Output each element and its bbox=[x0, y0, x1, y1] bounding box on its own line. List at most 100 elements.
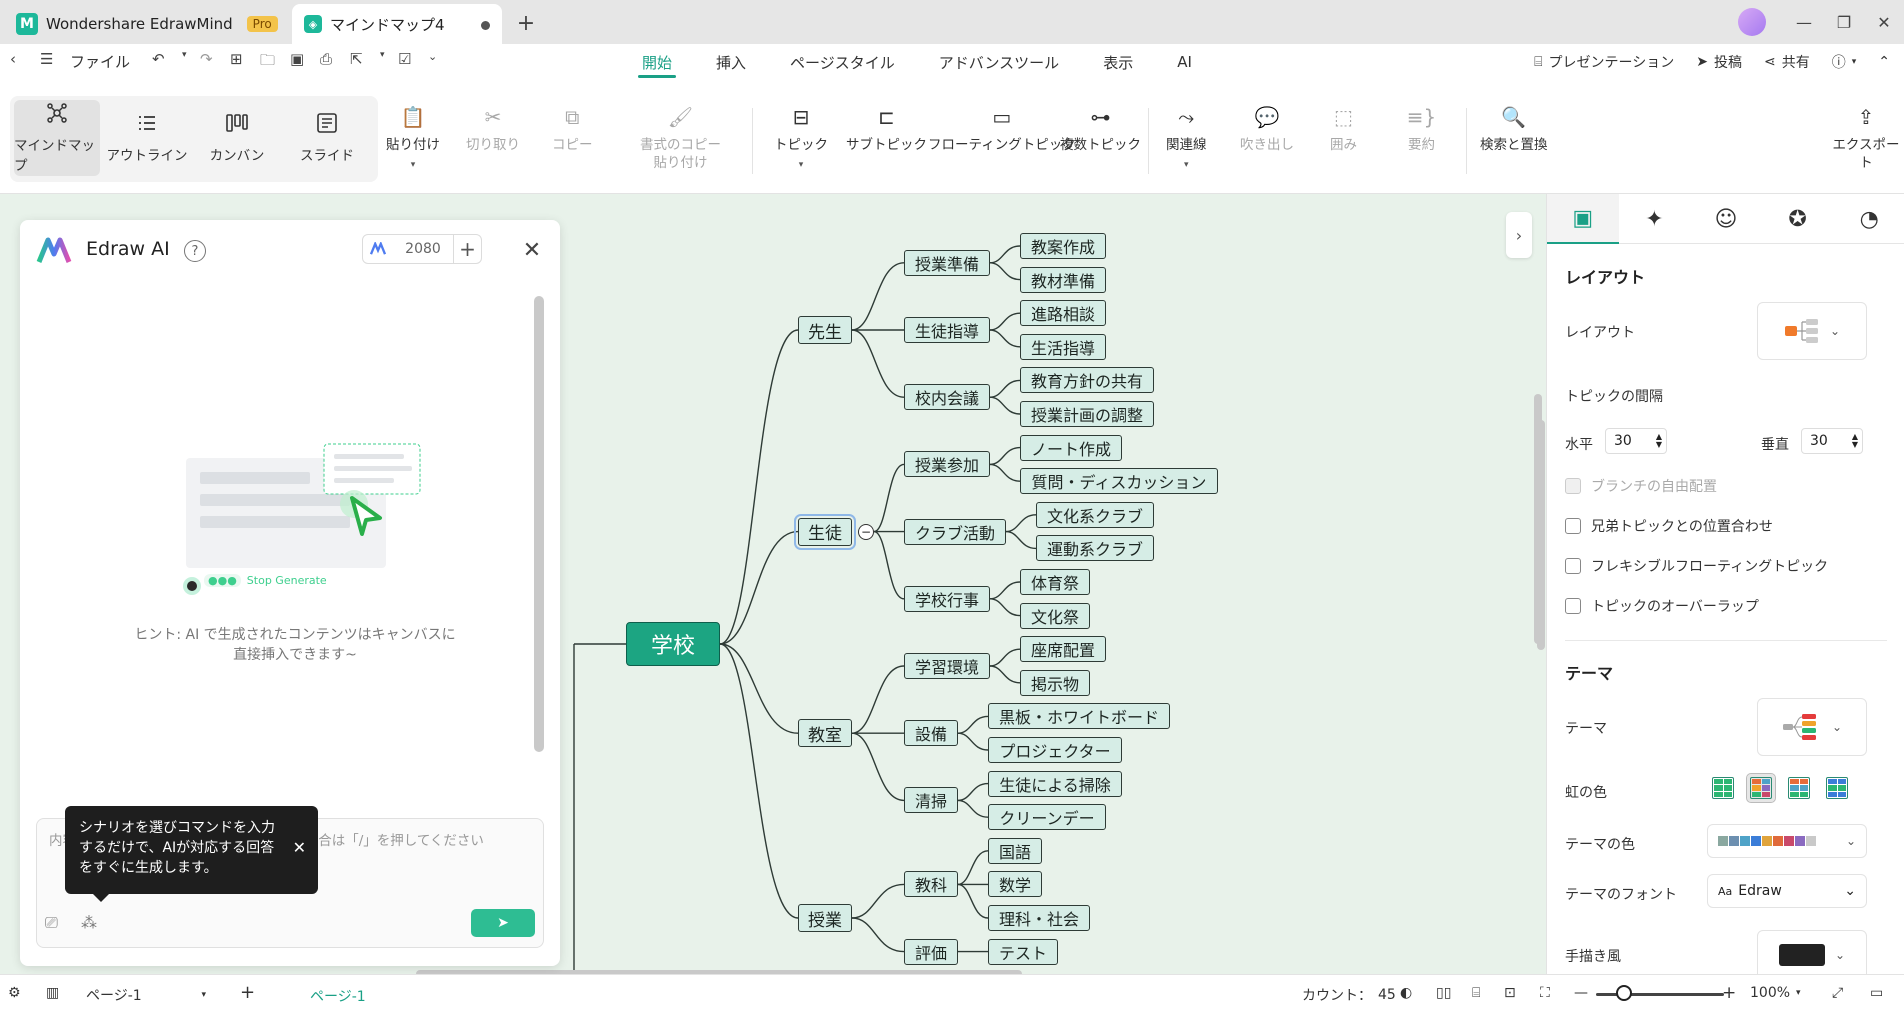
root-topic[interactable]: 学校 bbox=[626, 622, 720, 666]
option-sibling-align[interactable]: 兄弟トピックとの位置合わせ bbox=[1565, 516, 1773, 536]
collapse-minus-icon[interactable]: − bbox=[858, 523, 874, 540]
add-credits-plus-icon[interactable]: + bbox=[453, 235, 481, 263]
floating-topic-button[interactable]: ▭ フローティングトピック bbox=[928, 104, 1076, 154]
ai-panel-scrollbar[interactable] bbox=[534, 296, 544, 752]
rainbow-option-2[interactable] bbox=[1746, 773, 1776, 803]
checkbox[interactable] bbox=[1565, 598, 1581, 614]
leaf-topic[interactable]: 文化祭 bbox=[1020, 602, 1090, 629]
zoom-level[interactable]: 100% ▾ bbox=[1750, 985, 1801, 1001]
spin-arrows-icon[interactable]: ▲ ▼ bbox=[1852, 433, 1858, 449]
leaf-topic[interactable]: 質問・ディスカッション bbox=[1020, 468, 1218, 495]
print-icon[interactable]: ⎙ bbox=[320, 50, 342, 72]
option-flexible-floating[interactable]: フレキシブルフローティングトピック bbox=[1565, 556, 1828, 576]
new-file-icon[interactable]: ⊞ bbox=[230, 50, 252, 72]
checklist-icon[interactable]: ☑ bbox=[398, 50, 420, 72]
ai-tools-icon[interactable]: ⁂ bbox=[81, 913, 107, 935]
relationship-button[interactable]: ⤳ 関連線 ▾ bbox=[1166, 104, 1207, 174]
handdrawn-selector[interactable]: ⌄ bbox=[1757, 930, 1867, 980]
share-button[interactable]: ⋖ 共有 bbox=[1764, 52, 1810, 72]
horizontal-spacing-input[interactable]: 30 ▲ ▼ bbox=[1605, 428, 1667, 454]
page-settings-icon[interactable]: ⚙ bbox=[8, 985, 21, 1001]
zoom-slider-handle[interactable] bbox=[1616, 985, 1632, 1001]
boundary-button[interactable]: ⬚ 囲み bbox=[1330, 104, 1357, 154]
checkbox[interactable] bbox=[1565, 558, 1581, 574]
copy-button[interactable]: ⧉ コピー bbox=[552, 104, 593, 154]
presentation-mode-icon[interactable]: ⌸ bbox=[1472, 985, 1480, 1001]
rainbow-option-4[interactable] bbox=[1823, 774, 1851, 802]
app-home-tab[interactable]: M Wondershare EdrawMind Pro bbox=[6, 4, 286, 44]
export-dropdown-icon[interactable]: ▾ bbox=[380, 50, 390, 72]
leaf-topic[interactable]: 国語 bbox=[988, 837, 1042, 864]
layout-selector[interactable]: ⌄ bbox=[1757, 302, 1867, 360]
more-quick-icon[interactable]: ⌄ bbox=[428, 50, 450, 72]
back-arrow-icon[interactable]: ‹ bbox=[10, 50, 32, 72]
leaf-topic[interactable]: 理科・社会 bbox=[988, 905, 1090, 931]
file-menu[interactable]: ファイル bbox=[70, 51, 130, 72]
send-prompt-button[interactable]: ➤ bbox=[471, 909, 535, 937]
export-quick-icon[interactable]: ⇱ bbox=[350, 50, 372, 72]
leaf-topic[interactable]: 文化系クラブ bbox=[1036, 501, 1154, 528]
tooltip-close-icon[interactable]: ✕ bbox=[293, 838, 306, 858]
user-avatar[interactable] bbox=[1738, 8, 1766, 36]
tab-ai[interactable]: AI bbox=[1155, 44, 1214, 80]
pro-badge[interactable]: Pro bbox=[246, 16, 278, 32]
presentation-button[interactable]: ⌸ プレゼンテーション bbox=[1534, 52, 1674, 72]
leaf-topic[interactable]: 生徒による掃除 bbox=[988, 770, 1122, 797]
subtopic-1-3[interactable]: 校内会議 bbox=[904, 384, 990, 411]
tab-emoji[interactable]: ☺ bbox=[1690, 194, 1762, 244]
subtopic-4-2[interactable]: 評価 bbox=[904, 938, 958, 965]
subtopic-2-3[interactable]: 学校行事 bbox=[904, 585, 990, 612]
subtopic-1-2[interactable]: 生徒指導 bbox=[904, 317, 990, 343]
redo-icon[interactable]: ↷ bbox=[200, 50, 222, 72]
branch-topic-2[interactable]: 生徒 bbox=[794, 513, 856, 550]
tab-ai-sparkle[interactable]: ✦ bbox=[1619, 194, 1691, 244]
paste-button[interactable]: 📋 貼り付け ▾ bbox=[386, 104, 440, 174]
book-view-icon[interactable]: ▯▯ bbox=[1436, 985, 1451, 1001]
checkbox[interactable] bbox=[1565, 518, 1581, 534]
subtopic-button[interactable]: ⊏ サブトピック bbox=[846, 104, 927, 154]
rainbow-option-1[interactable] bbox=[1709, 774, 1737, 802]
tab-insert[interactable]: 挿入 bbox=[694, 44, 768, 80]
page-selector[interactable]: ページ-1 ▾ bbox=[86, 985, 206, 1005]
topic-button[interactable]: ⊟ トピック ▾ bbox=[774, 104, 828, 174]
subtopic-2-1[interactable]: 授業参加 bbox=[904, 451, 990, 478]
close-window-icon[interactable]: ✕ bbox=[1866, 8, 1902, 36]
leaf-topic[interactable]: 黒板・ホワイトボード bbox=[988, 703, 1170, 730]
zoom-out-icon[interactable]: — bbox=[1574, 985, 1588, 1001]
fit-page-icon[interactable]: ⊡ bbox=[1504, 985, 1516, 1001]
focus-mode-icon[interactable]: ◐ bbox=[1400, 985, 1412, 1001]
tab-advanced-tools[interactable]: アドバンスツール bbox=[917, 44, 1081, 80]
tab-history[interactable]: ◔ bbox=[1833, 194, 1904, 244]
view-slide-button[interactable]: スライド bbox=[284, 100, 370, 176]
leaf-topic[interactable]: 掲示物 bbox=[1020, 669, 1090, 696]
view-outline-button[interactable]: アウトライン bbox=[104, 100, 190, 176]
leaf-topic[interactable]: 体育祭 bbox=[1020, 569, 1090, 595]
leaf-topic[interactable]: 教案作成 bbox=[1020, 233, 1106, 259]
save-icon[interactable]: ▣ bbox=[290, 50, 312, 72]
document-tab[interactable]: ◈ マインドマップ4 bbox=[292, 4, 502, 44]
zoom-in-icon[interactable]: + bbox=[1722, 983, 1736, 1003]
leaf-topic[interactable]: テスト bbox=[988, 938, 1058, 965]
summary-button[interactable]: ≡} 要約 bbox=[1407, 104, 1436, 154]
tab-layout-format[interactable]: ▣ bbox=[1547, 194, 1619, 244]
minimize-icon[interactable]: — bbox=[1786, 8, 1822, 36]
option-topic-overlap[interactable]: トピックのオーバーラップ bbox=[1565, 596, 1759, 616]
multiple-topics-button[interactable]: ⊶ 複数トピック bbox=[1060, 104, 1141, 154]
leaf-topic[interactable]: 教育方針の共有 bbox=[1020, 367, 1154, 394]
collapse-panel-icon[interactable]: ▭ bbox=[1870, 985, 1883, 1001]
subtopic-1-1[interactable]: 授業準備 bbox=[904, 249, 990, 276]
view-mindmap-button[interactable]: マインドマップ bbox=[14, 100, 100, 176]
open-folder-icon[interactable]: 🗀 bbox=[260, 50, 282, 72]
subtopic-2-2[interactable]: クラブ活動 bbox=[904, 518, 1006, 545]
format-panel-scrollbar[interactable] bbox=[1537, 420, 1545, 650]
leaf-topic[interactable]: クリーンデー bbox=[988, 804, 1106, 831]
leaf-topic[interactable]: 教材準備 bbox=[1020, 266, 1106, 293]
leaf-topic[interactable]: ノート作成 bbox=[1020, 434, 1122, 461]
checkbox[interactable] bbox=[1565, 478, 1581, 494]
branch-topic-3[interactable]: 教室 bbox=[798, 719, 852, 748]
undo-dropdown-icon[interactable]: ▾ bbox=[182, 50, 192, 72]
export-button[interactable]: ⇪ エクスポート bbox=[1828, 104, 1904, 172]
cut-button[interactable]: ✂ 切り取り bbox=[466, 104, 520, 154]
leaf-topic[interactable]: 進路相談 bbox=[1020, 300, 1106, 327]
fit-screen-icon[interactable]: ⛶ bbox=[1540, 985, 1550, 1001]
